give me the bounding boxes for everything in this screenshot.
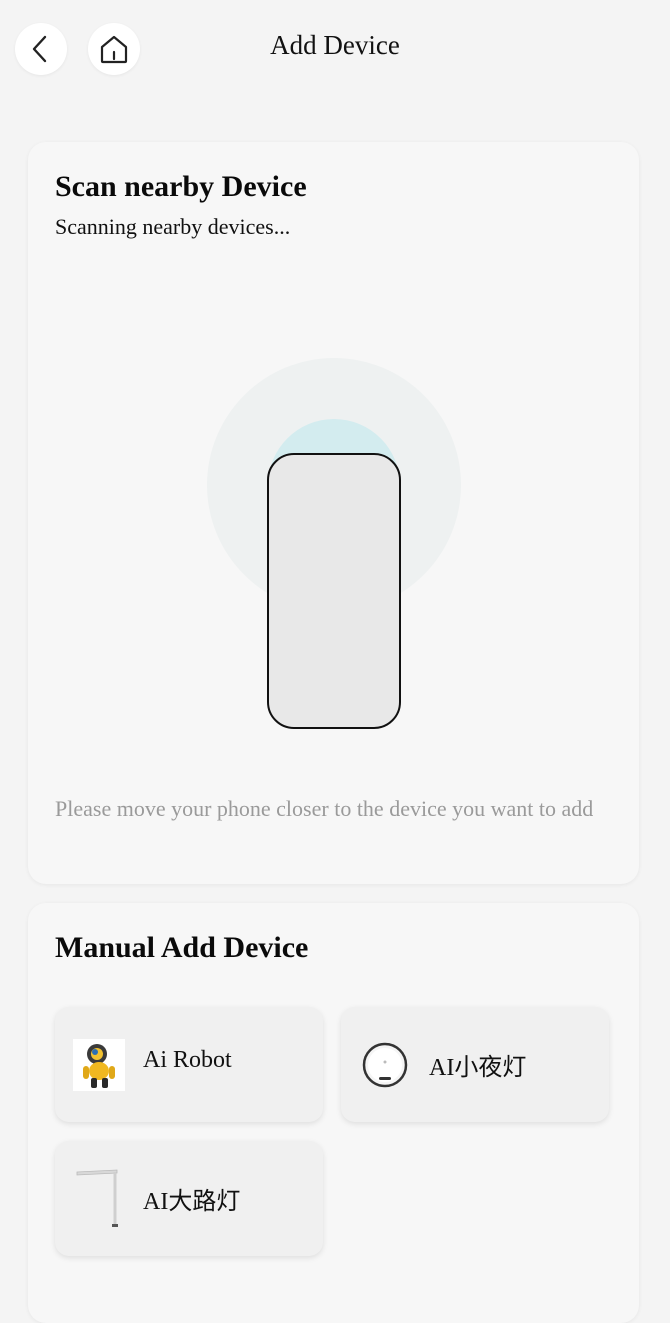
- header-bar: Add Device: [0, 0, 670, 100]
- device-label: Ai Robot: [143, 1047, 232, 1073]
- device-label: AI小夜灯: [429, 1055, 527, 1081]
- device-label: AI大路灯: [143, 1189, 241, 1215]
- phone-icon: [267, 453, 401, 729]
- scan-section-title: Scan nearby Device: [55, 170, 307, 203]
- manual-add-card: Manual Add Device Ai Robot AI小夜灯 AI大路灯: [28, 903, 639, 1323]
- page-title: Add Device: [270, 30, 400, 60]
- robot-icon: [73, 1039, 125, 1091]
- scan-nearby-card: Scan nearby Device Scanning nearby devic…: [28, 142, 639, 884]
- scan-status-text: Scanning nearby devices...: [55, 214, 291, 239]
- floor-lamp-icon: [76, 1169, 118, 1227]
- device-tile-ai-robot[interactable]: Ai Robot: [55, 1007, 323, 1122]
- scan-hint-text: Please move your phone closer to the dev…: [55, 796, 594, 821]
- night-light-icon: [362, 1042, 408, 1088]
- device-tile-floor-lamp[interactable]: AI大路灯: [55, 1141, 323, 1256]
- manual-section-title: Manual Add Device: [55, 931, 309, 964]
- device-tile-night-light[interactable]: AI小夜灯: [341, 1007, 609, 1122]
